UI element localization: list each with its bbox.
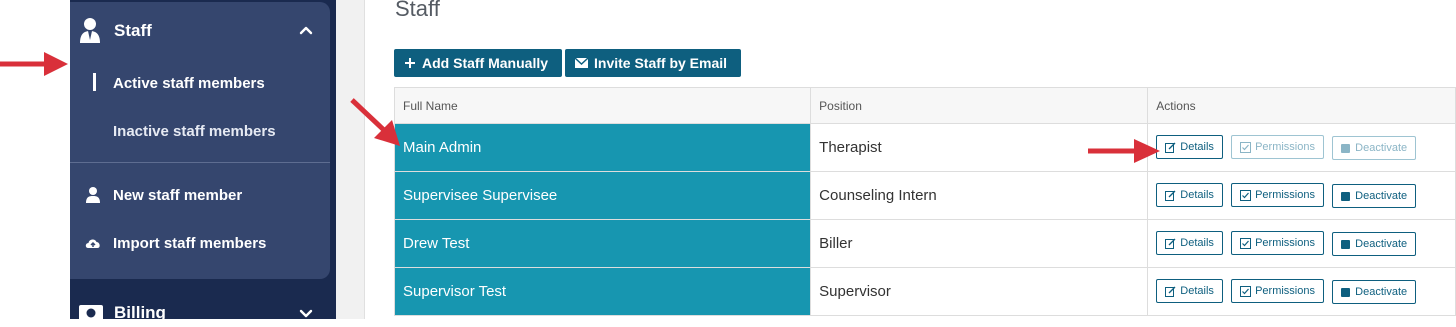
permissions-button[interactable]: Permissions <box>1231 135 1324 159</box>
deactivate-button[interactable]: Deactivate <box>1332 184 1417 208</box>
stop-icon <box>1341 239 1351 249</box>
sidebar-section-label: Staff <box>114 21 152 40</box>
staff-person-icon <box>79 16 101 44</box>
chevron-down-icon[interactable] <box>298 306 314 322</box>
permissions-button[interactable]: Permissions <box>1231 231 1324 255</box>
stop-icon <box>1341 287 1351 297</box>
person-icon <box>84 186 102 204</box>
button-label: Permissions <box>1255 237 1315 249</box>
staff-name-cell[interactable]: Drew Test <box>393 219 812 268</box>
staff-name-cell[interactable]: Main Admin <box>393 123 812 172</box>
edit-icon <box>1165 238 1176 249</box>
deactivate-button[interactable]: Deactivate <box>1332 280 1417 304</box>
table-row: Supervisee Supervisee Counseling Intern … <box>393 171 1456 220</box>
checkbox-icon <box>1240 285 1252 297</box>
edit-icon <box>1165 286 1176 297</box>
annotation-arrow-details <box>1088 139 1160 163</box>
details-button[interactable]: Details <box>1156 279 1223 303</box>
column-header-actions: Actions <box>1147 87 1456 124</box>
staff-position-cell: Counseling Intern <box>810 171 1149 220</box>
add-staff-manually-button[interactable]: Add Staff Manually <box>394 49 562 77</box>
deactivate-button[interactable]: Deactivate <box>1332 232 1417 256</box>
cloud-upload-icon <box>84 234 102 252</box>
content-gutter <box>336 0 365 319</box>
sidebar-section-staff[interactable]: Staff <box>70 14 330 48</box>
staff-position-cell: Biller <box>810 219 1149 268</box>
table-header-row: Full Name Position Actions <box>393 87 1456 124</box>
button-label: Add Staff Manually <box>422 55 549 71</box>
details-button[interactable]: Details <box>1156 231 1223 255</box>
button-label: Details <box>1180 285 1214 297</box>
page-title: Staff <box>395 0 440 21</box>
sidebar-item-active-staff[interactable]: Active staff members <box>113 72 265 94</box>
sidebar-section-billing[interactable]: Billing <box>70 296 336 326</box>
chevron-up-icon[interactable] <box>298 22 314 38</box>
sidebar-item-new-staff[interactable]: New staff member <box>84 183 242 207</box>
staff-name-cell[interactable]: Supervisor Test <box>393 267 812 316</box>
money-icon <box>78 304 104 322</box>
button-label: Permissions <box>1255 285 1315 297</box>
checkbox-icon <box>1240 237 1252 249</box>
permissions-button[interactable]: Permissions <box>1231 279 1324 303</box>
staff-actions-cell: Details Permissions Deactivate <box>1147 171 1456 220</box>
table-row: Supervisor Test Supervisor Details Permi… <box>393 267 1456 316</box>
staff-position-cell: Supervisor <box>810 267 1149 316</box>
sidebar-divider <box>70 162 330 163</box>
edit-icon <box>1165 142 1176 153</box>
staff-name-cell[interactable]: Supervisee Supervisee <box>393 171 812 220</box>
button-label: Deactivate <box>1355 238 1408 250</box>
plus-icon <box>404 57 416 69</box>
staff-actions-cell: Details Permissions Deactivate <box>1147 219 1456 268</box>
checkbox-icon <box>1240 141 1252 153</box>
permissions-button[interactable]: Permissions <box>1231 183 1324 207</box>
button-label: Deactivate <box>1355 142 1408 154</box>
envelope-icon <box>575 58 588 68</box>
button-label: Permissions <box>1255 141 1315 153</box>
active-indicator <box>93 73 96 91</box>
sidebar-section-label: Billing <box>114 303 166 322</box>
sidebar-item-inactive-staff[interactable]: Inactive staff members <box>113 120 276 142</box>
details-button[interactable]: Details <box>1156 135 1223 159</box>
sidebar-item-label: New staff member <box>113 186 243 204</box>
button-label: Deactivate <box>1355 286 1408 298</box>
stop-icon <box>1341 143 1351 153</box>
stop-icon <box>1341 191 1351 201</box>
invite-staff-by-email-button[interactable]: Invite Staff by Email <box>565 49 741 77</box>
annotation-arrow-name <box>350 98 400 146</box>
column-header-position[interactable]: Position <box>810 87 1149 124</box>
table-row: Main Admin Therapist Details Permissions… <box>393 123 1456 172</box>
button-label: Permissions <box>1255 189 1315 201</box>
staff-table: Full Name Position Actions Main Admin Th… <box>393 87 1456 316</box>
sidebar-item-label: Import staff members <box>113 234 267 252</box>
staff-actions-cell: Details Permissions Deactivate <box>1147 267 1456 316</box>
button-label: Deactivate <box>1355 190 1408 202</box>
column-header-full-name[interactable]: Full Name <box>393 87 812 124</box>
sidebar-item-import-staff[interactable]: Import staff members <box>84 231 266 255</box>
button-label: Details <box>1180 141 1214 153</box>
details-button[interactable]: Details <box>1156 183 1223 207</box>
edit-icon <box>1165 190 1176 201</box>
deactivate-button[interactable]: Deactivate <box>1332 136 1417 160</box>
button-label: Details <box>1180 237 1214 249</box>
table-row: Drew Test Biller Details Permissions Dea… <box>393 219 1456 268</box>
button-label: Details <box>1180 189 1214 201</box>
annotation-arrow-sidebar <box>0 52 68 76</box>
staff-actions-cell: Details Permissions Deactivate <box>1147 123 1456 172</box>
checkbox-icon <box>1240 189 1252 201</box>
button-label: Invite Staff by Email <box>594 55 728 71</box>
